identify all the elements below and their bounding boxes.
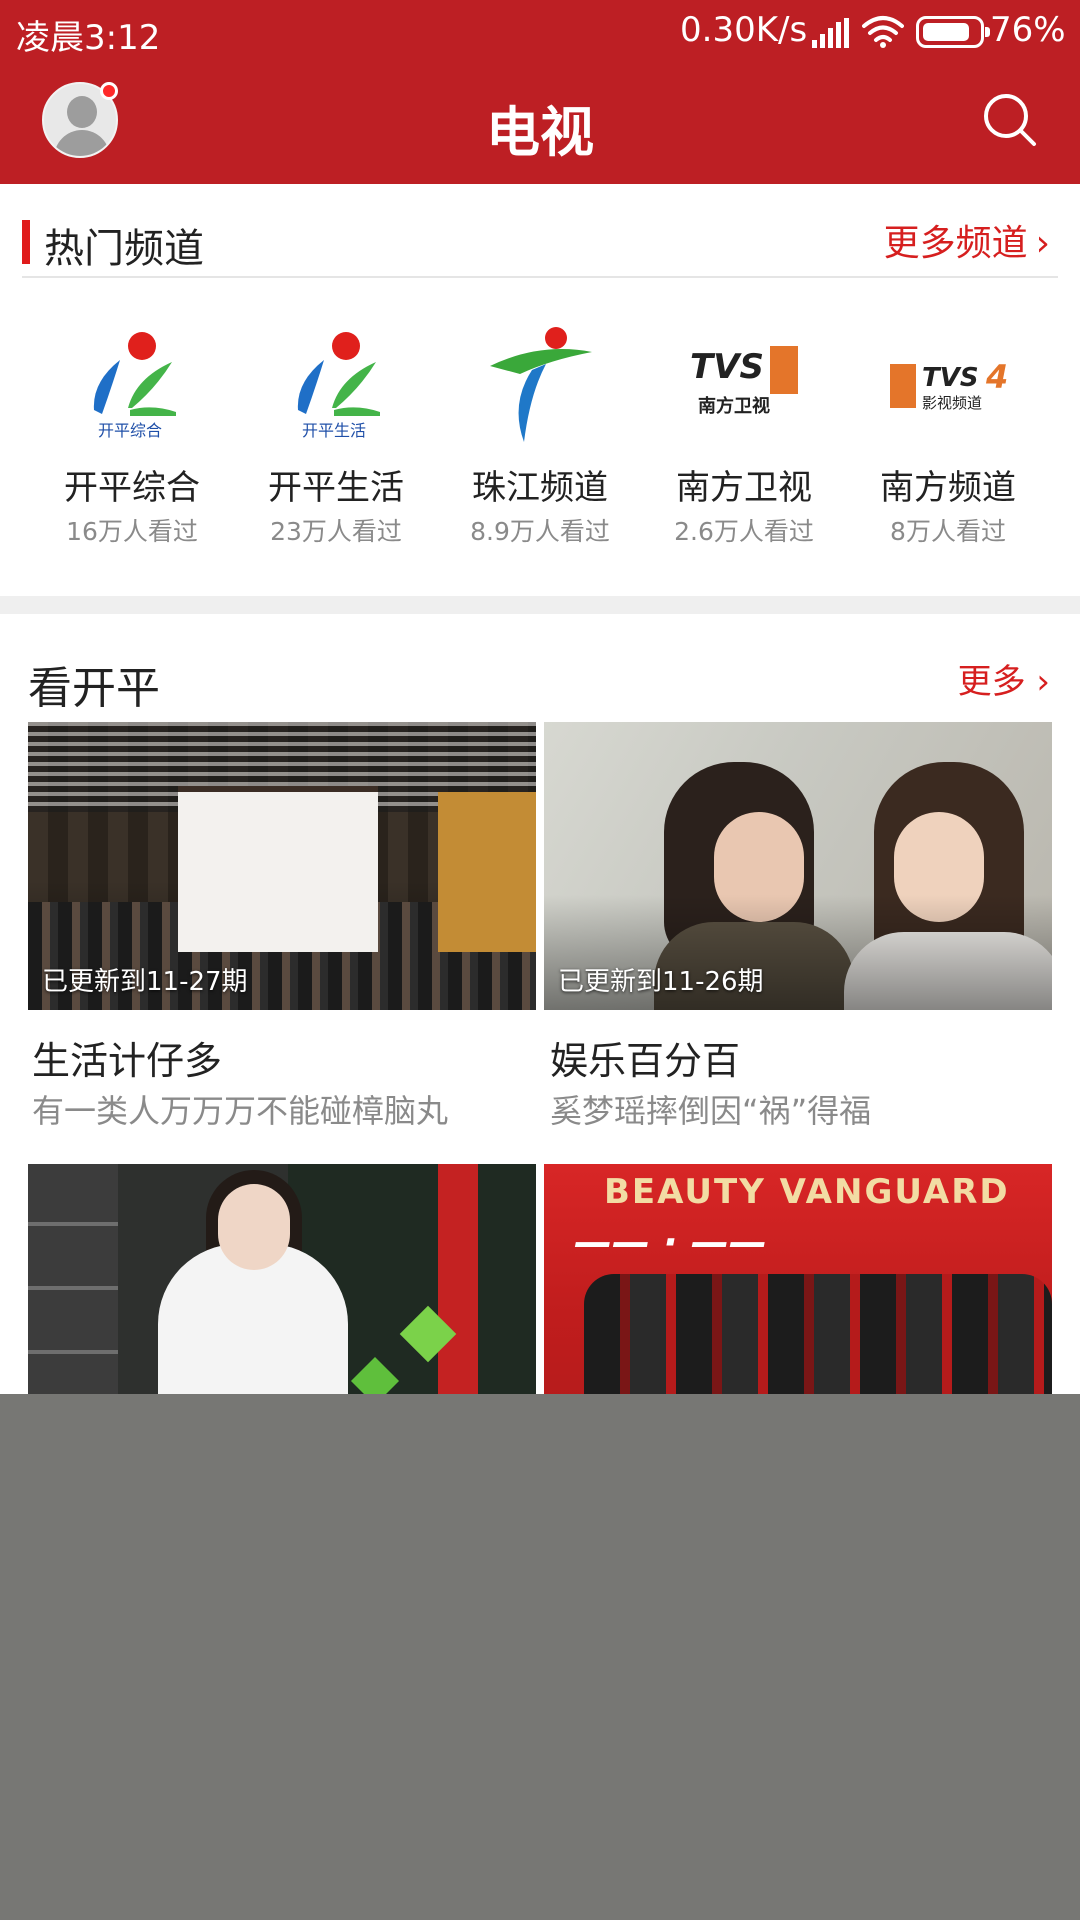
svg-text:TVS: TVS	[690, 347, 764, 387]
more-channels-link[interactable]: 更多频道 ›	[884, 214, 1050, 266]
more-channels-label: 更多频道	[883, 223, 1028, 264]
program-title: 娱乐百分百	[550, 1039, 741, 1083]
update-caption: 已更新到11-26期	[558, 967, 764, 997]
signal-icon	[812, 18, 849, 48]
hot-channels-title: 热门频道	[44, 226, 204, 272]
channel-views: 2.6万人看过	[674, 517, 814, 546]
channel-name: 开平生活	[268, 468, 404, 508]
section-separator	[0, 596, 1080, 614]
program-title: 生活计仔多	[32, 1039, 223, 1083]
channel-item[interactable]: 开平综合 开平综合 16万人看过	[30, 324, 234, 564]
channel-item[interactable]: TVS 4 影视频道 南方频道 8万人看过	[846, 324, 1050, 564]
kaiping-section: 看开平 更多 › 已更新到11-27期 生活计仔多 有一类人万万万不能碰樟脑丸 …	[0, 614, 1080, 1414]
channel-list: 开平综合 开平综合 16万人看过 开平生活 开平生活 23万人看过 珠江频道 8…	[0, 324, 1080, 564]
chevron-right-icon: ›	[1025, 662, 1050, 702]
page-title: 电视	[486, 101, 594, 164]
channel-name: 南方频道	[880, 468, 1016, 508]
kaiping-general-logo-icon: 开平综合	[93, 332, 176, 440]
program-thumbnail[interactable]: 已更新到11-27期	[28, 722, 536, 1010]
southern-movie-logo-icon: TVS 4 影视频道	[890, 358, 1008, 412]
program-thumbnail[interactable]: BEAUTY VANGUARD —— · ——	[544, 1164, 1052, 1414]
program-subtitle: 有一类人万万万不能碰樟脑丸	[32, 1092, 449, 1130]
channel-item[interactable]: TVS 南方卫视 南方卫视 2.6万人看过	[642, 324, 846, 564]
channel-views: 8万人看过	[890, 517, 1006, 546]
section-accent-bar	[22, 220, 30, 264]
pearl-river-logo-icon	[490, 327, 592, 442]
update-caption: 已更新到11-27期	[42, 967, 248, 997]
channel-views: 16万人看过	[66, 517, 198, 546]
kaiping-more-link[interactable]: 更多 ›	[958, 654, 1050, 703]
program-thumbnail[interactable]	[28, 1164, 536, 1414]
status-time: 凌晨3:12	[16, 18, 161, 58]
search-icon[interactable]	[980, 90, 1040, 150]
channel-item[interactable]: 珠江频道 8.9万人看过	[438, 324, 642, 564]
wifi-icon	[862, 16, 904, 48]
battery-percent: 76%	[990, 10, 1066, 50]
channel-item[interactable]: 开平生活 开平生活 23万人看过	[234, 324, 438, 564]
dim-overlay	[0, 1394, 1080, 1920]
svg-text:4: 4	[985, 358, 1008, 396]
channel-logo-text: 影视频道	[922, 394, 982, 412]
network-speed: 0.30K/s	[680, 10, 808, 50]
kaiping-more-label: 更多	[957, 662, 1026, 702]
channel-logo-text: 开平生活	[302, 421, 366, 440]
channel-name: 开平综合	[64, 468, 200, 508]
divider	[22, 276, 1058, 278]
hot-channels-section: 热门频道 更多频道 › 开平综合 开平综合 16万人看过 开平生活 开平生活 2…	[0, 184, 1080, 596]
channel-name: 南方卫视	[676, 468, 812, 508]
app-bar: 电视	[0, 64, 1080, 184]
kaiping-title: 看开平	[28, 663, 160, 714]
program-subtitle: 奚梦瑶摔倒因“祸”得福	[550, 1092, 872, 1130]
channel-name: 珠江频道	[472, 468, 608, 508]
channel-logo-text: 南方卫视	[698, 395, 770, 417]
battery-icon	[916, 16, 990, 48]
chevron-right-icon: ›	[1035, 223, 1050, 264]
southern-tv-logo-icon: TVS 南方卫视	[690, 346, 798, 417]
channel-views: 8.9万人看过	[470, 517, 610, 546]
channel-logo-text: 开平综合	[98, 421, 162, 440]
kaiping-life-logo-icon: 开平生活	[297, 332, 380, 440]
svg-text:TVS: TVS	[922, 363, 979, 393]
program-thumbnail[interactable]: 已更新到11-26期	[544, 722, 1052, 1010]
channel-views: 23万人看过	[270, 517, 402, 546]
status-bar: 凌晨3:12 0.30K/s 76%	[0, 0, 1080, 64]
